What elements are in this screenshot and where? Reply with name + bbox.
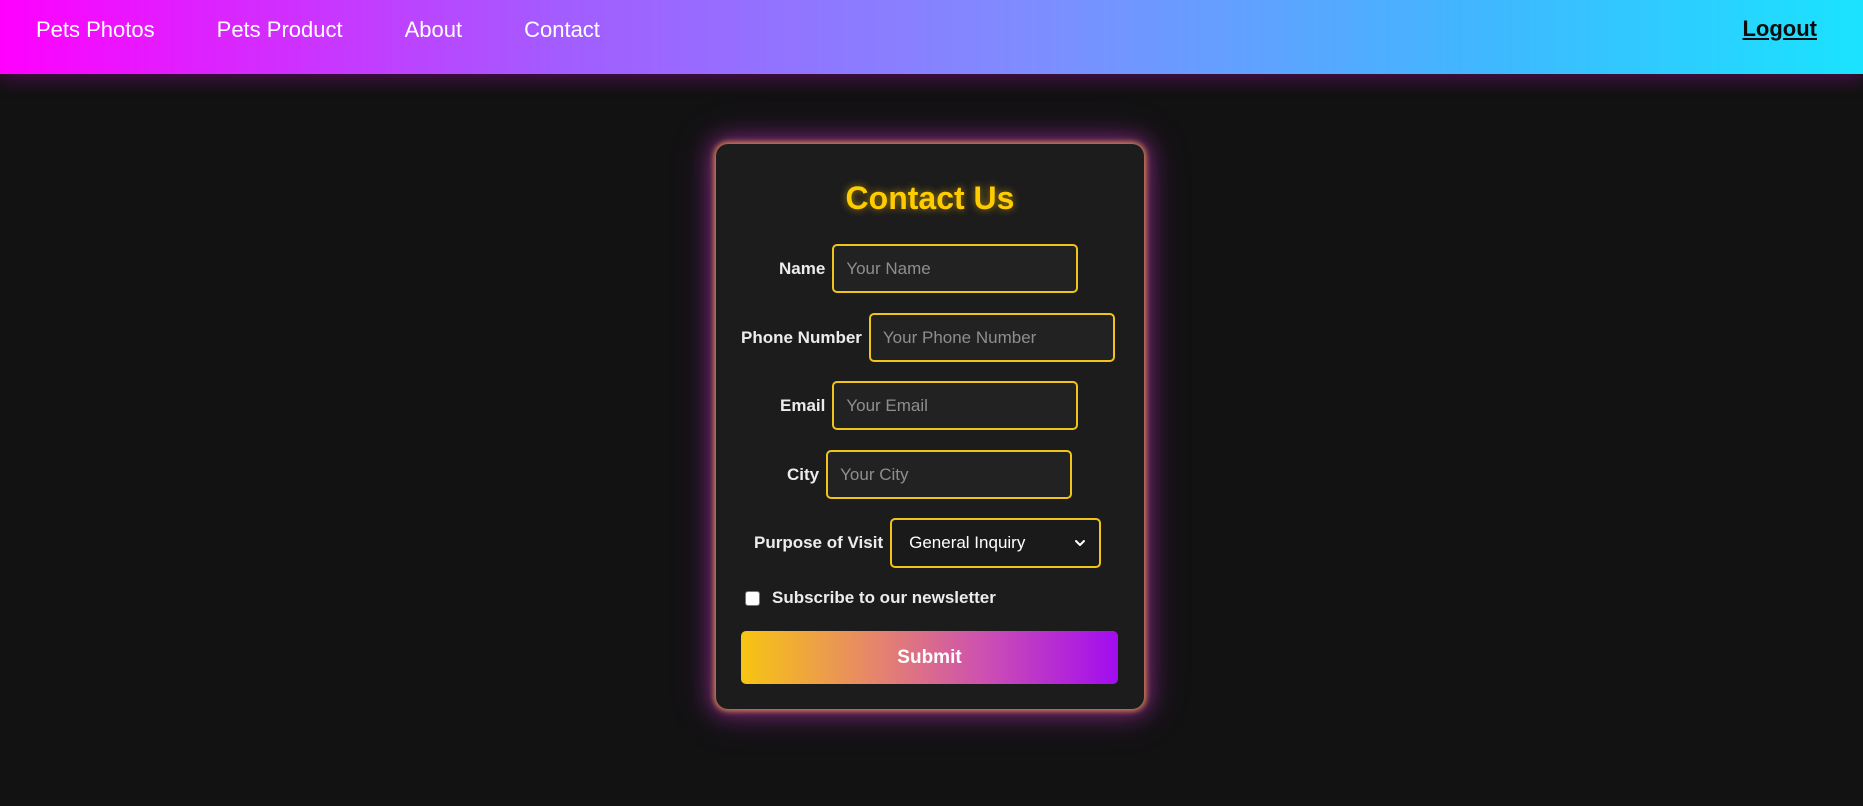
- submit-button[interactable]: Submit: [741, 631, 1118, 684]
- nav-link-contact[interactable]: Contact: [524, 17, 600, 43]
- purpose-label: Purpose of Visit: [754, 533, 884, 552]
- phone-label: Phone Number: [741, 327, 862, 347]
- phone-input[interactable]: [868, 313, 1115, 362]
- chevron-down-icon: [1075, 540, 1086, 546]
- newsletter-checkbox[interactable]: [745, 590, 760, 606]
- contact-form-card: Contact Us Name Phone Number Email City …: [716, 144, 1144, 709]
- purpose-selected-value: General Inquiry: [909, 533, 1026, 552]
- nav-links: Pets Photos Pets Product About Contact: [36, 0, 662, 60]
- logout-link[interactable]: Logout: [1742, 16, 1817, 42]
- phone-row: Phone Number: [741, 313, 1115, 362]
- email-label: Email: [780, 395, 826, 415]
- email-input[interactable]: [832, 381, 1079, 430]
- email-row: Email: [780, 381, 1079, 430]
- purpose-row: Purpose of Visit General Inquiry: [754, 518, 1102, 568]
- name-row: Name: [779, 244, 1079, 293]
- nav-link-pets-photos[interactable]: Pets Photos: [36, 17, 155, 43]
- city-input[interactable]: [826, 450, 1073, 499]
- nav-link-pets-product[interactable]: Pets Product: [217, 17, 343, 43]
- top-navbar: Pets Photos Pets Product About Contact L…: [0, 0, 1863, 74]
- city-label: City: [787, 464, 820, 484]
- newsletter-row: Subscribe to our newsletter: [745, 588, 1003, 608]
- purpose-select[interactable]: General Inquiry: [890, 518, 1102, 568]
- form-title: Contact Us: [845, 180, 1015, 216]
- name-label: Name: [779, 258, 826, 278]
- city-row: City: [787, 450, 1073, 499]
- newsletter-label: Subscribe to our newsletter: [772, 588, 996, 607]
- name-input[interactable]: [832, 244, 1079, 293]
- nav-link-about[interactable]: About: [405, 17, 463, 43]
